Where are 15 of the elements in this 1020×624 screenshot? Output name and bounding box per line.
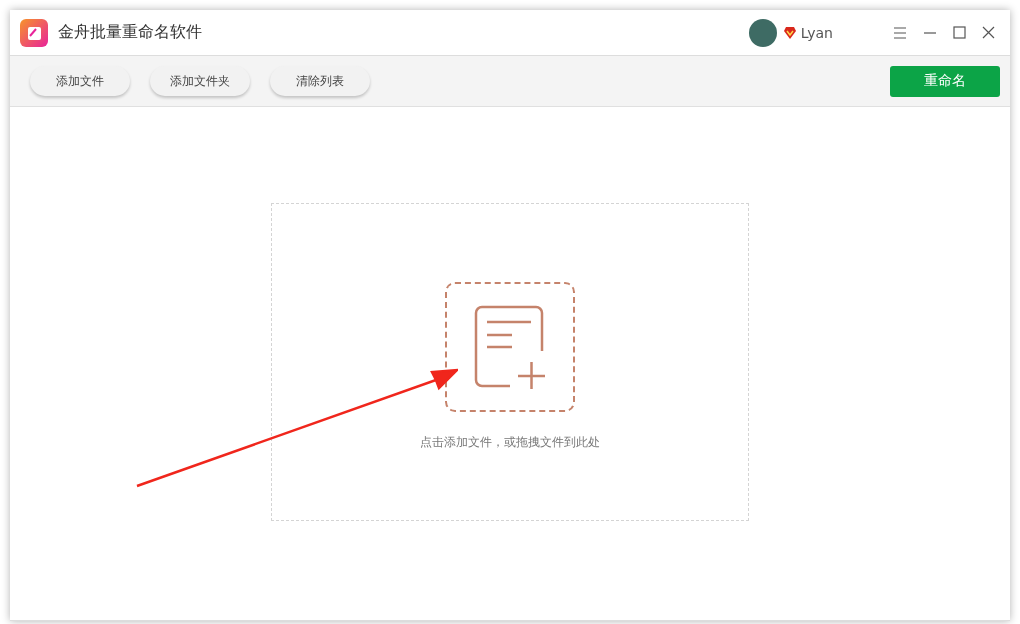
close-icon[interactable] <box>982 26 995 39</box>
toolbar-button[interactable]: 清除列表 <box>270 66 370 96</box>
menu-icon[interactable] <box>893 26 907 39</box>
vip-badge-icon <box>782 25 797 40</box>
user-avatar[interactable] <box>748 18 777 47</box>
app-logo-icon <box>20 18 48 47</box>
add-file-icon <box>474 305 546 389</box>
drop-hint: 点击添加文件，或拖拽文件到此处 <box>420 434 600 451</box>
add-file-button[interactable] <box>445 282 575 412</box>
minimize-icon[interactable] <box>923 31 937 34</box>
toolbar-button[interactable]: 添加文件夹 <box>150 66 250 96</box>
toolbar-button[interactable]: 添加文件 <box>30 66 130 96</box>
user-name[interactable]: Lyan <box>800 24 833 41</box>
window-title: 金舟批量重命名软件 <box>58 22 203 43</box>
maximize-icon[interactable] <box>953 26 966 39</box>
